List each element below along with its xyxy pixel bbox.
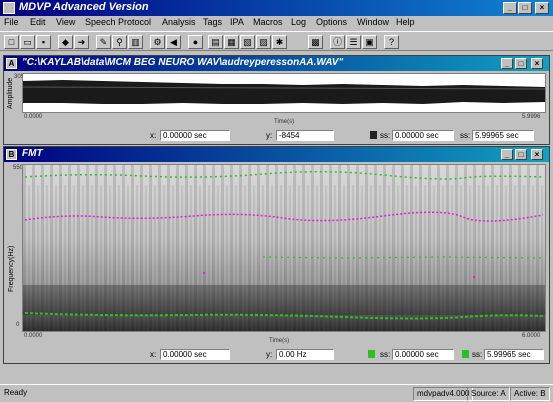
waveform-window: A "C:\KAYLAB\data\MCM BEG NEURO WAV\audr… (3, 55, 550, 145)
waveform-minimize-button[interactable]: _ (501, 58, 513, 69)
fmt-xtick-left: 0.0000 (24, 333, 43, 339)
list-icon[interactable]: ☰ (346, 35, 361, 49)
menu-bar: File Edit View Speech Protocol Analysis … (0, 16, 553, 30)
app-title: MDVP Advanced Version (19, 1, 149, 13)
waveform-ss1-label: ss: (380, 131, 391, 140)
pen-icon[interactable]: ✎ (96, 35, 111, 49)
audio-icon[interactable]: ◀ (166, 35, 181, 49)
fmt-ss1-value: 0.00000 sec (392, 349, 454, 360)
maximize-button[interactable]: □ (518, 2, 532, 14)
zoom-icon[interactable]: ✱ (272, 35, 287, 49)
menu-macros[interactable]: Macros (253, 17, 283, 27)
settings-icon[interactable]: ⚙ (150, 35, 165, 49)
waveform-window-title-bar: A "C:\KAYLAB\data\MCM BEG NEURO WAV\audr… (4, 56, 549, 71)
fmt-y-value: 0.00 Hz (276, 349, 334, 360)
waveform-xtick-left: 0.0000 (24, 114, 43, 120)
fmt-ss1-label: ss: (380, 350, 391, 359)
fmt-window: B FMT _ □ × Frequency(Hz) 5500 0 0.0000 … (3, 146, 550, 364)
waveform-plot[interactable] (22, 73, 546, 113)
status-active: Active: B (510, 387, 550, 401)
status-bar: Ready mdvpadv4.000 Source: A Active: B (0, 384, 553, 402)
save-icon[interactable]: ▪ (36, 35, 51, 49)
waveform-ss2-label: ss: (460, 131, 471, 140)
menu-analysis[interactable]: Analysis (162, 17, 196, 27)
fmt-window-title-bar: B FMT _ □ × (4, 147, 549, 162)
minimize-button[interactable]: _ (503, 2, 517, 14)
menu-protocol[interactable]: Protocol (118, 17, 151, 27)
fmt-x-value: 0.00000 sec (160, 349, 230, 360)
window-letter-a[interactable]: A (6, 58, 17, 69)
waveform-maximize-button[interactable]: □ (515, 58, 527, 69)
fmt-window-title: FMT (22, 148, 43, 159)
pitch-icon[interactable]: ▤ (208, 35, 223, 49)
menu-window[interactable]: Window (357, 17, 389, 27)
tool-icon[interactable]: ⚲ (112, 35, 127, 49)
open-icon[interactable]: ▭ (20, 35, 35, 49)
waveform-x-label: Time(s) (274, 119, 295, 125)
waveform-y-value: -8454 (276, 130, 334, 141)
fmt-xtick-right: 6.0000 (522, 333, 541, 339)
waveform-ss1-value: 0.00000 sec (392, 130, 454, 141)
graph-icon[interactable]: ▥ (128, 35, 143, 49)
fmt-close-button[interactable]: × (531, 149, 543, 160)
energy-icon[interactable]: ▦ (224, 35, 239, 49)
forward-icon[interactable]: ➜ (74, 35, 89, 49)
window-icon[interactable]: ▣ (362, 35, 377, 49)
waveform-y-label-readout: y: (266, 131, 273, 140)
spectrum-icon[interactable]: ▨ (256, 35, 271, 49)
close-button[interactable]: × (535, 2, 549, 14)
waveform-cursor-marker (370, 131, 377, 139)
waveform-x-label-readout: x: (150, 131, 157, 140)
menu-file[interactable]: File (4, 17, 19, 27)
waveform-trace (22, 80, 546, 104)
status-source: Source: A (467, 387, 510, 401)
record-icon[interactable]: ● (188, 35, 203, 49)
spectrogram (23, 165, 545, 331)
new-icon[interactable]: □ (4, 35, 19, 49)
menu-tags[interactable]: Tags (203, 17, 222, 27)
menu-help[interactable]: Help (396, 17, 415, 27)
fmt-y-label-readout: y: (266, 350, 273, 359)
menu-view[interactable]: View (56, 17, 75, 27)
menu-ipa[interactable]: IPA (230, 17, 244, 27)
back-icon[interactable]: ◆ (58, 35, 73, 49)
spectrogram-plot[interactable] (22, 164, 546, 332)
waveform-x-value: 0.00000 sec (160, 130, 230, 141)
menu-speech[interactable]: Speech (85, 17, 116, 27)
fmt-readout-bar: x: 0.00000 sec y: 0.00 Hz ss: 0.00000 se… (4, 348, 549, 361)
status-text: Ready (4, 388, 28, 397)
fmt-minimize-button[interactable]: _ (501, 149, 513, 160)
fmt-ytick-bottom: 0 (16, 322, 20, 328)
fmt-y-label: Frequency(Hz) (8, 245, 15, 292)
app-title-bar: MDVP Advanced Version _ □ × (0, 0, 553, 16)
info-icon[interactable]: ⓘ (330, 35, 345, 49)
status-file: mdvpadv4.000 (413, 387, 474, 401)
fmt-x-label-readout: x: (150, 350, 157, 359)
waveform-xtick-right: 5.9996 (522, 114, 541, 120)
fmt-x-label: Time(s) (269, 338, 290, 344)
menu-edit[interactable]: Edit (30, 17, 46, 27)
menu-log[interactable]: Log (291, 17, 306, 27)
app-icon[interactable] (3, 2, 15, 14)
waveform-readout-bar: x: 0.00000 sec y: -8454 ss: 0.00000 sec … (4, 129, 549, 142)
fmt-ss2-marker (462, 350, 469, 358)
formant-icon[interactable]: ▧ (240, 35, 255, 49)
toolbar: □ ▭ ▪ ◆ ➜ ✎ ⚲ ▥ ⚙ ◀ ● ▤ ▦ ▧ ▨ ✱ ▩ ⓘ ☰ ▣ … (0, 31, 553, 51)
fmt-ss2-label: ss: (472, 350, 483, 359)
fmt-maximize-button[interactable]: □ (515, 149, 527, 160)
waveform-ss2-value: 5.99965 sec (472, 130, 534, 141)
fmt-cursor-marker (368, 350, 375, 358)
analysis-icon[interactable]: ▩ (308, 35, 323, 49)
window-letter-b[interactable]: B (6, 149, 17, 160)
fmt-ss2-value: 5.99965 sec (484, 349, 544, 360)
waveform-close-button[interactable]: × (531, 58, 543, 69)
waveform-y-label: Amplitude (7, 77, 14, 109)
help-icon[interactable]: ? (384, 35, 399, 49)
waveform-file-path: "C:\KAYLAB\data\MCM BEG NEURO WAV\audrey… (22, 57, 344, 68)
menu-options[interactable]: Options (316, 17, 347, 27)
